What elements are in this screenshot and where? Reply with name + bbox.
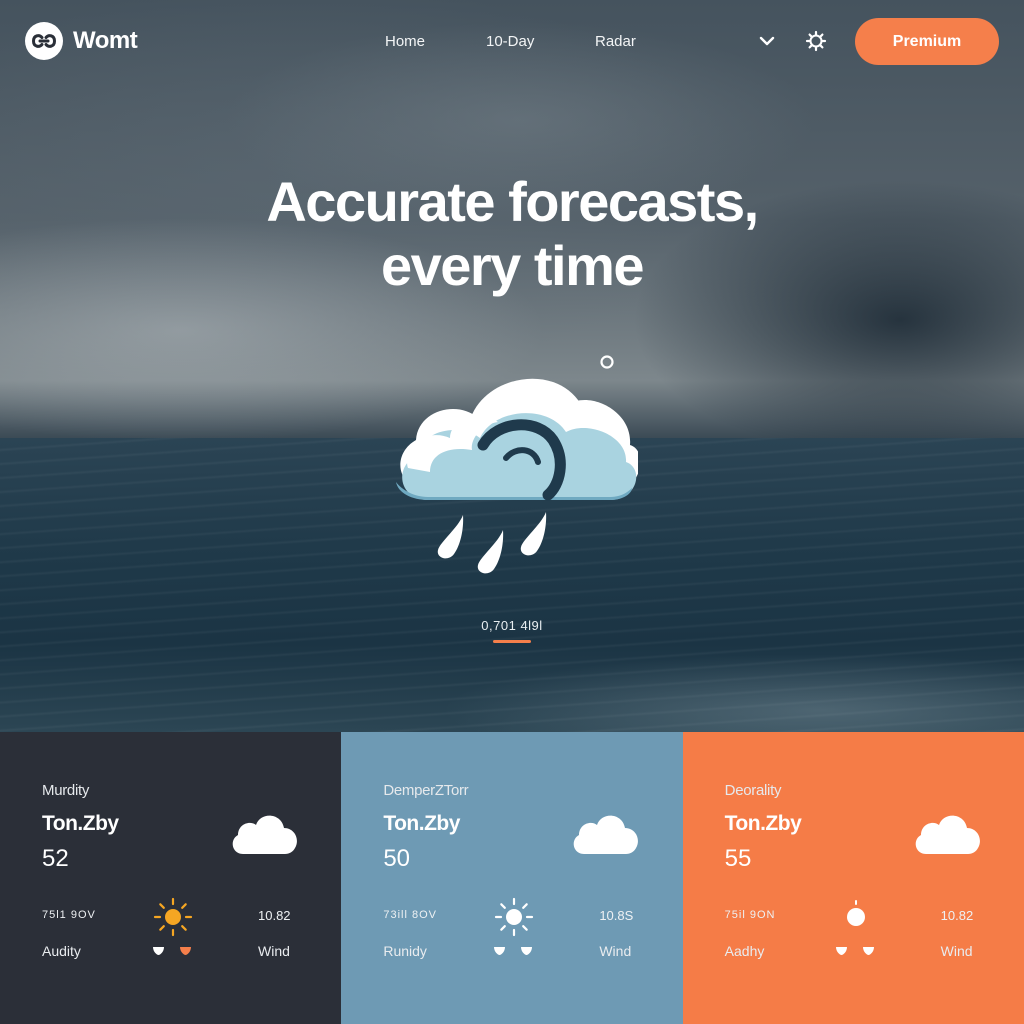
hero-headline: Accurate forecasts, every time xyxy=(112,170,912,298)
card-metric-label: Audity xyxy=(42,943,81,959)
forecast-card-3[interactable]: Deorality Ton.Zby 55 75il 9ON 10.82 Aadh… xyxy=(682,732,1024,1024)
cloud-icon xyxy=(570,810,640,861)
card-wind-label: Wind xyxy=(258,943,290,959)
nav-10-day-link[interactable]: 10-Day xyxy=(486,33,534,50)
card-subtitle: Ton.Zby xyxy=(383,812,460,835)
headline-line-2: every time xyxy=(380,234,645,297)
card-metric-label: Aadhy xyxy=(724,943,765,959)
top-nav: Womt Home 10-Day Radar Premium xyxy=(0,0,1024,84)
card-value: 55 xyxy=(724,845,752,872)
settings-gear-icon[interactable] xyxy=(805,30,827,57)
sun-icon xyxy=(151,895,195,944)
card-reading: 10.82 xyxy=(940,908,974,923)
caption-underline xyxy=(493,640,531,643)
forecast-card-1[interactable]: Murdity Ton.Zby 52 75l1 9OV 10.82 Audity xyxy=(0,732,342,1024)
cloud-rain-icon xyxy=(388,350,641,585)
drops-icon xyxy=(491,944,535,963)
card-time: 75il 9ON xyxy=(724,909,776,921)
sun-icon xyxy=(834,895,878,944)
headline-line-1: Accurate forecasts, xyxy=(266,170,759,233)
card-label: Murdity xyxy=(42,782,90,799)
card-reading: 10.8S xyxy=(599,908,634,923)
card-label: DemperZTorr xyxy=(383,782,469,799)
brand-logo[interactable]: Womt xyxy=(25,22,138,60)
cloud-icon xyxy=(912,810,982,861)
card-time: 75l1 9OV xyxy=(42,909,96,921)
card-wind-label: Wind xyxy=(599,943,632,959)
chevron-down-icon[interactable] xyxy=(759,34,775,53)
drops-icon xyxy=(833,944,877,963)
hero-caption: 0,701 4l9l xyxy=(481,618,543,633)
card-subtitle: Ton.Zby xyxy=(724,812,802,835)
brand-name: Womt xyxy=(73,27,138,54)
nav-home-link[interactable]: Home xyxy=(385,33,425,50)
card-reading: 10.82 xyxy=(258,908,291,923)
forecast-card-2[interactable]: DemperZTorr Ton.Zby 50 73ill 8OV 10.8S R… xyxy=(341,732,683,1024)
card-label: Deorality xyxy=(724,782,782,799)
cloud-icon xyxy=(229,810,299,861)
drops-icon xyxy=(150,944,194,963)
sun-icon xyxy=(492,895,536,944)
card-subtitle: Ton.Zby xyxy=(42,812,119,835)
card-value: 52 xyxy=(42,845,69,872)
nav-radar-link[interactable]: Radar xyxy=(595,33,636,50)
forecast-cards: Murdity Ton.Zby 52 75l1 9OV 10.82 Audity xyxy=(0,732,1024,1024)
card-metric-label: Runidy xyxy=(383,943,427,959)
card-value: 50 xyxy=(383,845,411,872)
premium-button[interactable]: Premium xyxy=(855,18,999,65)
card-wind-label: Wind xyxy=(940,943,973,959)
logo-icon xyxy=(25,22,63,60)
card-time: 73ill 8OV xyxy=(383,909,437,921)
